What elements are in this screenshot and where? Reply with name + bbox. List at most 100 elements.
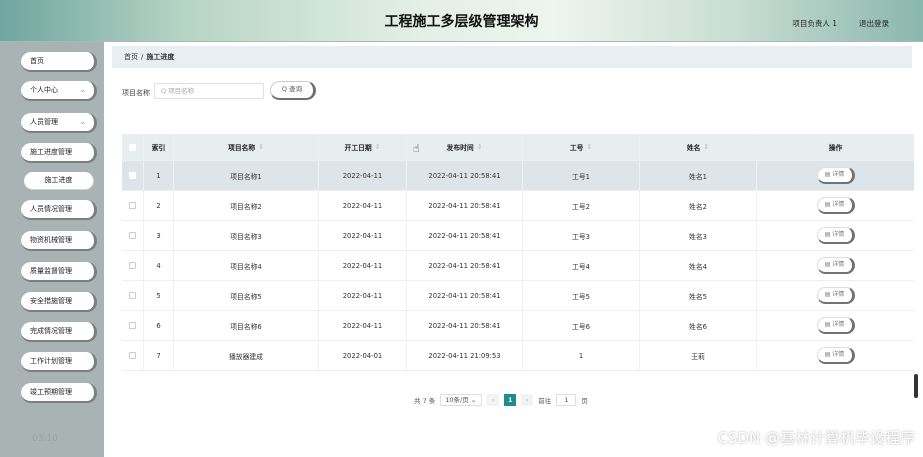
chevron-down-icon: ⌄	[79, 117, 86, 126]
table-cell-actions: ▤ 详情	[757, 221, 914, 250]
sidebar-item-staff-management[interactable]: 人员管理 ⌄	[21, 113, 97, 133]
row-checkbox[interactable]	[122, 191, 144, 220]
breadcrumb-separator: /	[141, 53, 144, 61]
sort-icon: ⇕	[476, 143, 483, 151]
sidebar-item-work-plan[interactable]: 工作计划管理	[21, 352, 97, 372]
table-cell-start: 2022-04-11	[319, 251, 407, 280]
page-unit-label: 页	[581, 397, 588, 405]
detail-button[interactable]: ▤ 详情	[816, 167, 855, 184]
sidebar-item-personal-center[interactable]: 个人中心 ⌄	[21, 81, 97, 101]
table-cell-publish: 2022-04-11 20:58:41	[407, 281, 523, 310]
column-header: 操作	[828, 144, 843, 152]
table-cell-name: 姓名2	[640, 191, 757, 220]
row-checkbox[interactable]	[122, 281, 144, 310]
sort-icon: ⇕	[586, 143, 593, 151]
table-cell-name: 姓名1	[640, 161, 757, 190]
sidebar-item-quality-supervision[interactable]: 质量监督管理	[21, 262, 97, 282]
table-row[interactable]: 4 项目名称4 2022-04-11 2022-04-11 20:58:41 工号4 姓名…	[122, 251, 914, 281]
sidebar-item-label: 人员情况管理	[30, 205, 72, 213]
column-header[interactable]: 工号 ⇕	[523, 134, 640, 160]
sidebar-item-label: 施工进度	[44, 176, 73, 184]
hand-cursor-icon: ☝	[413, 142, 420, 155]
row-checkbox[interactable]	[122, 311, 144, 340]
sidebar-subitem-progress[interactable]: 施工进度	[24, 172, 94, 190]
page-size-select[interactable]: 10条/页 ⌄	[440, 394, 483, 406]
sidebar-item-personnel-status[interactable]: 人员情况管理	[21, 200, 97, 220]
sidebar-item-label: 竣工预期管理	[30, 388, 72, 396]
table-cell-job-no: 1	[523, 341, 640, 370]
table-cell-actions: ▤ 详情	[757, 251, 914, 280]
sidebar-item-progress-management[interactable]: 施工进度管理	[21, 143, 97, 163]
table-row[interactable]: 3 项目名称3 2022-04-11 2022-04-11 20:58:41 工号3 姓名…	[122, 221, 914, 251]
table-cell-start: 2022-04-11	[319, 281, 407, 310]
goto-label: 前往	[538, 397, 552, 405]
detail-button[interactable]: ▤ 详情	[816, 347, 855, 364]
select-all-checkbox[interactable]	[122, 134, 144, 160]
sort-icon: ⇕	[703, 143, 710, 151]
table-row[interactable]: 5 项目名称5 2022-04-11 2022-04-11 20:58:41 工号5 姓名…	[122, 281, 914, 311]
table-row[interactable]: 2 项目名称2 2022-04-11 2022-04-11 20:58:41 工号2 姓名…	[122, 191, 914, 221]
search-button[interactable]: Q 查询	[270, 81, 316, 100]
table-cell-start: 2022-04-11	[319, 221, 407, 250]
sidebar: 首页 个人中心 ⌄ 人员管理 ⌄ 施工进度管理 施工进度 人员情况管理 物资机械管理…	[0, 42, 104, 457]
clock-text: 03:10	[32, 434, 58, 444]
table-cell-actions: ▤ 详情	[757, 191, 914, 220]
table-cell-actions: ▤ 详情	[757, 161, 914, 190]
table-cell-job-no: 工号3	[523, 221, 640, 250]
table-header-row: 索引 项目名称 ⇕ 开工日期 ⇕ 发布时间 ⇕ 工号 ⇕ 姓名 ⇕ 操作	[122, 134, 914, 161]
table-cell-project: 项目名称1	[174, 161, 319, 190]
table-row[interactable]: 7 播放器建成 2022-04-01 2022-04-11 21:09:53 1 王莉 ▤ …	[122, 341, 914, 371]
detail-button[interactable]: ▤ 详情	[816, 317, 855, 334]
column-header[interactable]: 姓名 ⇕	[640, 134, 757, 160]
table-cell-index: 4	[144, 251, 174, 280]
sidebar-item-label: 人员管理	[30, 118, 58, 126]
sidebar-item-label: 质量监督管理	[30, 267, 72, 275]
table-cell-index: 1	[144, 161, 174, 190]
table-cell-actions: ▤ 详情	[757, 281, 914, 310]
table-cell-publish: 2022-04-11 20:58:41	[407, 251, 523, 280]
row-checkbox[interactable]	[122, 221, 144, 250]
search-input[interactable]: Q 项目名称	[154, 83, 264, 99]
pagination: 共 7 条 10条/页 ⌄ ‹ 1 › 前往 1 页	[414, 393, 593, 407]
goto-page-input[interactable]: 1	[556, 394, 577, 406]
table-cell-index: 2	[144, 191, 174, 220]
table-cell-index: 7	[144, 341, 174, 370]
prev-page-button[interactable]: ‹	[487, 394, 500, 406]
search-label: 项目名称	[122, 89, 150, 97]
table-cell-project: 播放器建成	[174, 341, 319, 370]
main-content: 首页 / 施工进度 项目名称 Q 项目名称 Q 查询 索引 项目名称 ⇕ 开工日期 ⇕ …	[104, 42, 923, 457]
detail-button[interactable]: ▤ 详情	[816, 287, 855, 304]
breadcrumb-home[interactable]: 首页	[124, 53, 138, 61]
table-cell-project: 项目名称4	[174, 251, 319, 280]
detail-button[interactable]: ▤ 详情	[816, 197, 855, 214]
scrollbar-thumb[interactable]	[914, 374, 918, 398]
row-checkbox[interactable]	[122, 161, 144, 190]
table-cell-name: 姓名6	[640, 311, 757, 340]
table-row[interactable]: 1 项目名称1 2022-04-11 2022-04-11 20:58:41 工号1 姓名…	[122, 161, 914, 191]
table-cell-job-no: 工号1	[523, 161, 640, 190]
sidebar-item-label: 施工进度管理	[30, 148, 72, 156]
column-header[interactable]: 项目名称 ⇕	[174, 134, 319, 160]
table-cell-job-no: 工号2	[523, 191, 640, 220]
column-header[interactable]: 发布时间 ⇕	[407, 134, 523, 160]
next-page-button[interactable]: ›	[521, 394, 534, 406]
row-checkbox[interactable]	[122, 251, 144, 280]
logout-link[interactable]: 退出登录	[859, 18, 889, 29]
sidebar-item-completion-expectation[interactable]: 竣工预期管理	[21, 383, 97, 403]
sidebar-item-safety-measures[interactable]: 安全措施管理	[21, 292, 97, 312]
page-number-current[interactable]: 1	[504, 394, 517, 406]
column-header[interactable]: 开工日期 ⇕	[319, 134, 407, 160]
detail-button[interactable]: ▤ 详情	[816, 257, 855, 274]
column-header[interactable]: 索引	[144, 134, 174, 160]
sidebar-item-completion-status[interactable]: 完成情况管理	[21, 322, 97, 342]
table-cell-job-no: 工号6	[523, 311, 640, 340]
sidebar-item-materials-machinery[interactable]: 物资机械管理	[21, 231, 97, 251]
breadcrumb: 首页 / 施工进度	[112, 46, 912, 68]
table-cell-start: 2022-04-01	[319, 341, 407, 370]
row-checkbox[interactable]	[122, 341, 144, 370]
table-row[interactable]: 6 项目名称6 2022-04-11 2022-04-11 20:58:41 工号6 姓名…	[122, 311, 914, 341]
table-cell-project: 项目名称5	[174, 281, 319, 310]
sidebar-item-home[interactable]: 首页	[21, 52, 97, 72]
detail-button[interactable]: ▤ 详情	[816, 227, 855, 244]
sidebar-item-label: 首页	[30, 57, 44, 65]
